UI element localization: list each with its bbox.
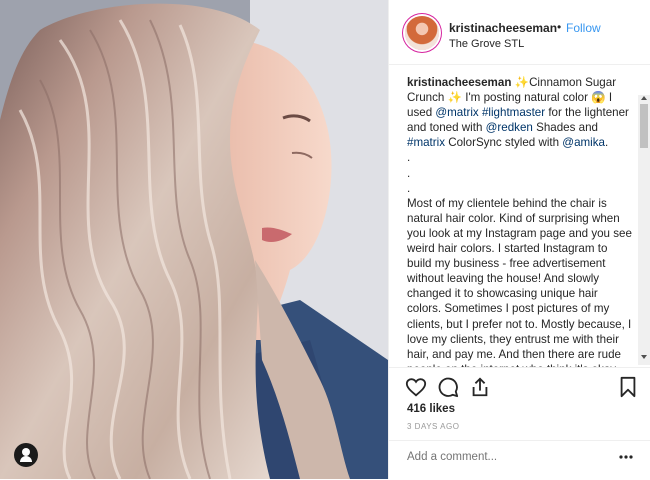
post-header: kristinacheeseman • Follow The Grove STL [389, 0, 650, 65]
scroll-up-arrow-icon[interactable] [641, 96, 647, 100]
hashtag-matrix[interactable]: #matrix [407, 136, 445, 149]
location-link[interactable]: The Grove STL [449, 38, 524, 50]
follow-button[interactable]: Follow [566, 21, 601, 35]
scroll-thumb[interactable] [640, 104, 648, 148]
hair-photo-illustration [0, 0, 388, 479]
caption-author[interactable]: kristinacheeseman [407, 76, 511, 89]
mention-matrix[interactable]: @matrix [435, 106, 478, 119]
like-count[interactable]: 416 likes [407, 403, 455, 415]
comment-row [389, 440, 650, 480]
mention-amika[interactable]: @amika [562, 136, 605, 149]
comment-icon[interactable] [437, 376, 459, 398]
more-icon[interactable] [619, 455, 633, 459]
post-side-panel: kristinacheeseman • Follow The Grove STL… [388, 0, 650, 479]
post-photo[interactable] [0, 0, 388, 479]
user-tag-icon[interactable] [14, 443, 38, 467]
mention-redken[interactable]: @redken [486, 121, 533, 134]
bookmark-icon[interactable] [617, 376, 639, 398]
separator-dot: • [557, 20, 562, 34]
scroll-down-arrow-icon[interactable] [641, 355, 647, 359]
hashtag-lightmaster[interactable]: #lightmaster [482, 106, 545, 119]
caption-text-part: . . . . Most of my clientele behind the … [407, 136, 632, 367]
username-link[interactable]: kristinacheeseman [449, 21, 557, 35]
post-actions: 416 likes 3 DAYS AGO [389, 367, 650, 479]
caption-text-part: ColorSync styled with [445, 136, 563, 150]
caption-text: kristinacheeseman ✨Cinnamon Sugar Crunch… [407, 75, 635, 367]
caption-text-part: Shades and [532, 121, 602, 135]
share-icon[interactable] [469, 376, 491, 398]
post-timestamp[interactable]: 3 DAYS AGO [407, 422, 459, 431]
heart-icon[interactable] [405, 376, 427, 398]
caption-area: kristinacheeseman ✨Cinnamon Sugar Crunch… [389, 65, 650, 367]
avatar[interactable] [405, 16, 439, 50]
comment-input[interactable] [407, 451, 561, 463]
